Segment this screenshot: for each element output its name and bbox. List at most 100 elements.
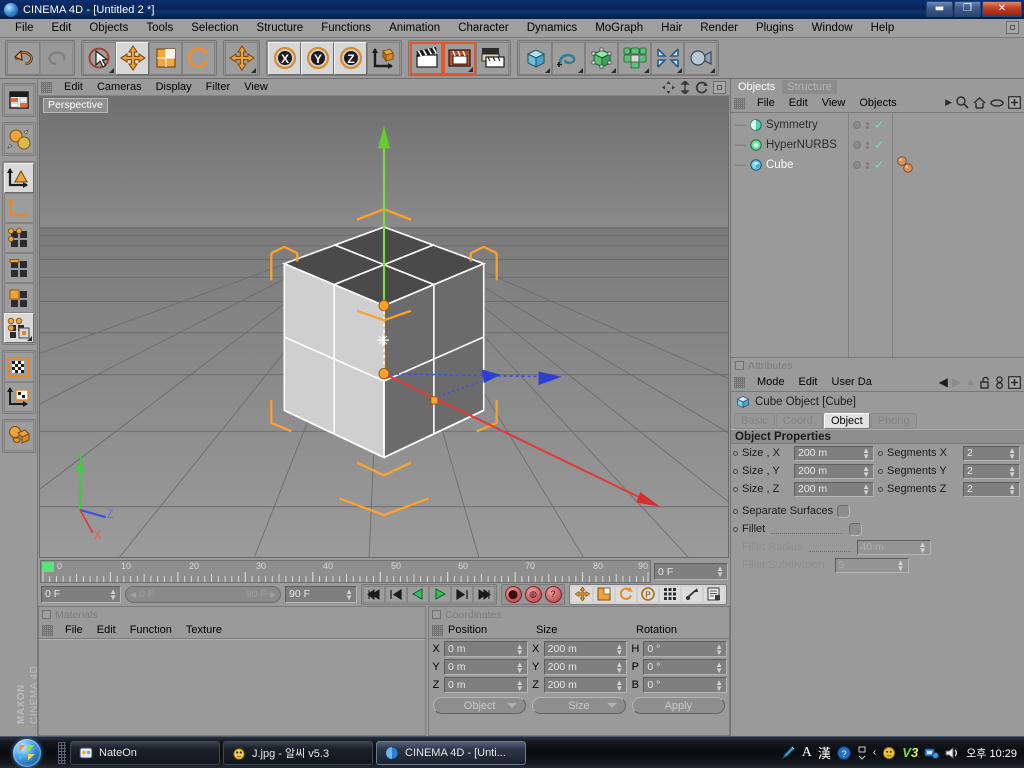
- render-view-button[interactable]: [410, 41, 443, 75]
- materials-list[interactable]: [39, 639, 425, 735]
- tab-objects[interactable]: Objects: [733, 80, 781, 94]
- taskbar-item-nateon[interactable]: NateOn: [70, 740, 220, 765]
- spinner-icon[interactable]: ▲ ▼: [1008, 446, 1016, 460]
- menu-hair[interactable]: Hair: [652, 21, 691, 35]
- lock-z-axis-button[interactable]: Z: [334, 41, 367, 75]
- field-fillet-radius[interactable]: 40 m ▲ ▼: [856, 539, 931, 555]
- home-icon[interactable]: [973, 96, 986, 109]
- panel-grip-icon[interactable]: [734, 376, 745, 388]
- enabled-check-icon[interactable]: ✓: [874, 159, 884, 171]
- go-to-start-button[interactable]: [363, 585, 385, 603]
- maximize-button[interactable]: ❐: [954, 1, 981, 17]
- panel-checkbox-icon[interactable]: [735, 361, 744, 370]
- viewport-menu-display[interactable]: Display: [149, 81, 199, 93]
- attr-tab-basic[interactable]: Basic: [734, 412, 775, 429]
- dropdown-corner-icon[interactable]: [251, 67, 256, 73]
- field-size-z[interactable]: 200 m ▲ ▼: [794, 481, 874, 497]
- property-bullet-icon[interactable]: [878, 468, 883, 474]
- v3-icon[interactable]: V3: [902, 745, 918, 760]
- size-z-field[interactable]: 200 m ▲ ▼: [543, 677, 628, 693]
- scale-key-button[interactable]: [593, 585, 615, 603]
- lock-x-axis-button[interactable]: X: [268, 41, 301, 75]
- generator-dot-icon[interactable]: [853, 161, 861, 169]
- menu-animation[interactable]: Animation: [380, 21, 449, 35]
- menu-character[interactable]: Character: [449, 21, 518, 35]
- lock-y-axis-button[interactable]: Y: [301, 41, 334, 75]
- move-tool-button[interactable]: [116, 41, 149, 75]
- maximize-view-icon[interactable]: [713, 81, 726, 94]
- menu-functions[interactable]: Functions: [312, 21, 380, 35]
- play-button[interactable]: [429, 585, 451, 603]
- left-chevron-icon[interactable]: ‹: [873, 747, 876, 758]
- property-bullet-icon[interactable]: [733, 486, 738, 492]
- step-back-button[interactable]: [385, 585, 407, 603]
- position-y-field[interactable]: 0 m ▲ ▼: [444, 659, 528, 675]
- spinner-icon[interactable]: ▲ ▼: [615, 661, 623, 675]
- object-tree[interactable]: — Symmetry — HyperNURBS — Cube ✓ ✓ ✓: [731, 113, 1024, 358]
- materials-menu-texture[interactable]: Texture: [179, 624, 229, 636]
- add-spline-button[interactable]: [552, 41, 585, 75]
- spinner-icon[interactable]: ▲ ▼: [1008, 482, 1016, 496]
- position-z-field[interactable]: 0 m ▲ ▼: [444, 677, 528, 693]
- visibility-row[interactable]: ✓: [849, 155, 892, 175]
- tab-structure[interactable]: Structure: [782, 80, 837, 94]
- undo-button[interactable]: [7, 41, 40, 75]
- visibility-dots-icon[interactable]: [866, 141, 869, 149]
- attributes-menu-userdata[interactable]: User Da: [825, 376, 879, 388]
- redo-button[interactable]: [40, 41, 73, 75]
- visibility-row[interactable]: ✓: [849, 115, 892, 135]
- spinner-icon[interactable]: ▲ ▼: [919, 540, 927, 554]
- range-end-field[interactable]: 90 F ▲ ▼: [285, 585, 357, 603]
- add-camera-button[interactable]: [684, 41, 717, 75]
- attr-tab-phong[interactable]: Phong: [870, 412, 917, 429]
- add-deformer-button[interactable]: [651, 41, 684, 75]
- autokeyframe-doc-button[interactable]: [703, 585, 725, 603]
- network-icon[interactable]: [924, 746, 940, 760]
- rotation-key-button[interactable]: [615, 585, 637, 603]
- attr-tab-object[interactable]: Object: [823, 412, 870, 429]
- dropdown-corner-icon[interactable]: [545, 67, 550, 73]
- spinner-icon[interactable]: ▲ ▼: [109, 587, 117, 601]
- property-bullet-icon[interactable]: [733, 450, 738, 456]
- lock-icon[interactable]: [980, 376, 991, 389]
- enabled-check-icon[interactable]: ✓: [874, 119, 884, 131]
- spinner-icon[interactable]: ▲ ▼: [615, 643, 623, 657]
- property-bullet-icon[interactable]: [733, 468, 738, 474]
- object-tool-button[interactable]: [3, 193, 34, 223]
- menu-structure[interactable]: Structure: [248, 21, 313, 35]
- polygons-mode-button[interactable]: [3, 283, 34, 313]
- slider-right-arrow-icon[interactable]: ▶: [270, 590, 276, 599]
- tree-item-cube[interactable]: — Cube: [731, 155, 848, 175]
- forward-arrow-icon[interactable]: ▶: [952, 375, 961, 389]
- menu-mograph[interactable]: MoGraph: [586, 21, 652, 35]
- materials-menu-function[interactable]: Function: [123, 624, 179, 636]
- menu-render[interactable]: Render: [691, 21, 747, 35]
- visibility-dots-icon[interactable]: [866, 161, 869, 169]
- up-arrow-icon[interactable]: ▲: [965, 376, 976, 388]
- spinner-icon[interactable]: ▲ ▼: [716, 565, 724, 579]
- viewport-menu-cameras[interactable]: Cameras: [90, 81, 149, 93]
- model-tool-button[interactable]: [3, 163, 34, 193]
- spinner-icon[interactable]: ▲ ▼: [345, 587, 353, 601]
- scale-tool-button[interactable]: [149, 41, 182, 75]
- rotation-h-field[interactable]: 0 ° ▲ ▼: [643, 641, 728, 657]
- enable-deformer-button[interactable]: [3, 421, 34, 451]
- animation-mode-button[interactable]: [3, 313, 34, 343]
- spinner-icon[interactable]: ▲ ▼: [715, 643, 723, 657]
- property-bullet-icon[interactable]: [878, 486, 883, 492]
- menu-window[interactable]: Window: [803, 21, 862, 35]
- menu-dynamics[interactable]: Dynamics: [518, 21, 586, 35]
- spinner-icon[interactable]: ▲ ▼: [516, 679, 524, 693]
- dropdown-corner-icon[interactable]: [26, 336, 32, 341]
- taskbar-item-cinema4d[interactable]: CINEMA 4D - [Unti...: [376, 740, 526, 765]
- taskbar-item-alsee[interactable]: J.jpg - 알씨 v5.3: [223, 740, 373, 765]
- dropdown-corner-icon[interactable]: [109, 67, 114, 73]
- make-editable-button[interactable]: [3, 85, 34, 115]
- tag-icon[interactable]: [896, 156, 916, 174]
- menu-plugins[interactable]: Plugins: [747, 21, 803, 35]
- autokeying-button[interactable]: ◍: [523, 585, 543, 603]
- menu-help[interactable]: Help: [862, 21, 904, 35]
- objects-menu-objects[interactable]: Objects: [852, 97, 903, 109]
- link-icon[interactable]: [995, 375, 1004, 389]
- expand-icon[interactable]: [857, 746, 867, 760]
